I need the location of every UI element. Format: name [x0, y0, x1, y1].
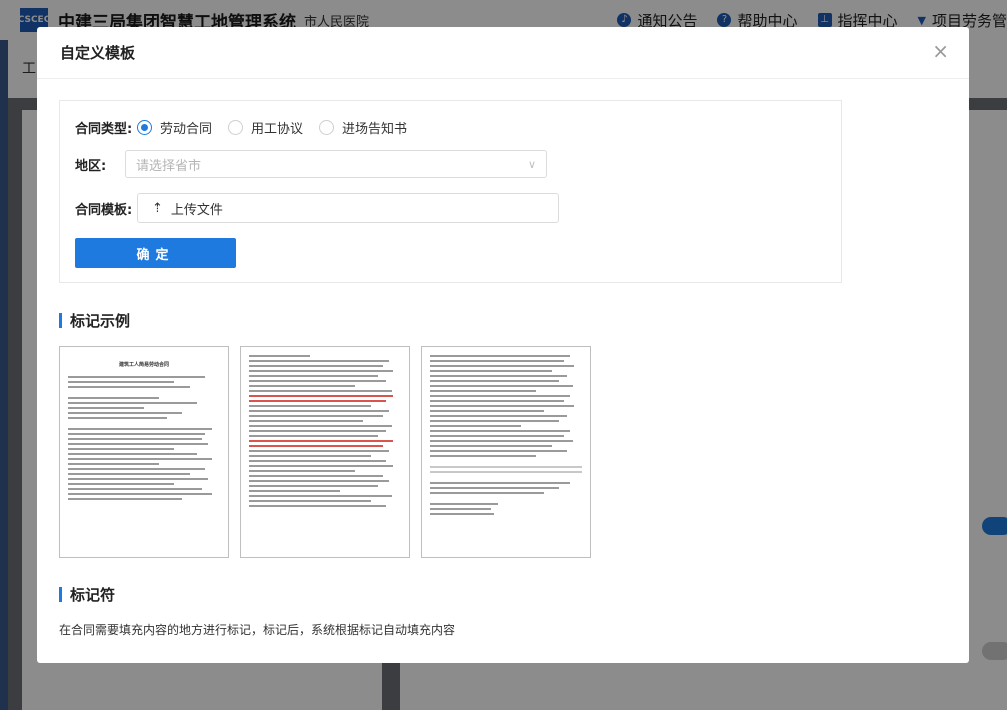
- radio-employment-agreement[interactable]: 用工协议: [228, 118, 303, 137]
- contract-type-row: 合同类型: 劳动合同 用工协议 进场告知书: [75, 118, 423, 137]
- marker-section-title: 标记符: [59, 584, 115, 605]
- region-label: 地区:: [75, 158, 107, 174]
- radio-checked-icon: [137, 120, 152, 135]
- chevron-down-icon: ∨: [527, 157, 536, 171]
- radio-label: 劳动合同: [160, 122, 213, 137]
- marker-description: 在合同需要填充内容的地方进行标记，标记后，系统根据标记自动填充内容: [59, 623, 456, 637]
- upload-label: 上传文件: [170, 202, 223, 218]
- contract-type-label: 合同类型:: [75, 122, 133, 137]
- example-title-text: 标记示例: [70, 312, 131, 330]
- example-doc-1[interactable]: 建筑工人简易劳动合同: [59, 346, 229, 558]
- example-doc-3[interactable]: [421, 346, 591, 558]
- example-doc-title: 建筑工人简易劳动合同: [118, 362, 169, 368]
- section-accent-bar: [59, 313, 62, 328]
- region-row: 地区: 请选择省市 ∨: [75, 150, 547, 178]
- radio-unchecked-icon: [319, 120, 335, 135]
- radio-entry-notice[interactable]: 进场告知书: [319, 118, 407, 137]
- template-form: 合同类型: 劳动合同 用工协议 进场告知书 地区: 请选择省市 ∨ 合同模板:: [59, 100, 842, 283]
- region-placeholder: 请选择省市: [136, 158, 202, 174]
- close-icon[interactable]: ×: [932, 41, 949, 61]
- radio-unchecked-icon: [228, 120, 244, 135]
- dialog-header: 自定义模板 ×: [37, 27, 969, 79]
- template-row: 合同模板: ⇡ 上传文件: [75, 193, 559, 223]
- upload-file-button[interactable]: ⇡ 上传文件: [137, 193, 559, 223]
- radio-label: 用工协议: [251, 122, 304, 137]
- custom-template-dialog: 自定义模板 × 合同类型: 劳动合同 用工协议 进场告知书 地区: 请选择省市 …: [37, 27, 969, 663]
- dialog-title: 自定义模板: [60, 44, 136, 62]
- upload-icon: ⇡: [152, 200, 163, 216]
- template-label: 合同模板:: [75, 202, 133, 218]
- radio-label: 进场告知书: [342, 122, 408, 137]
- marker-title-text: 标记符: [70, 586, 116, 604]
- example-section-title: 标记示例: [59, 310, 130, 331]
- example-doc-2[interactable]: [240, 346, 410, 558]
- radio-labor-contract[interactable]: 劳动合同: [137, 118, 212, 137]
- confirm-button[interactable]: 确定: [75, 238, 236, 268]
- region-select[interactable]: 请选择省市 ∨: [125, 150, 547, 178]
- section-accent-bar: [59, 587, 62, 602]
